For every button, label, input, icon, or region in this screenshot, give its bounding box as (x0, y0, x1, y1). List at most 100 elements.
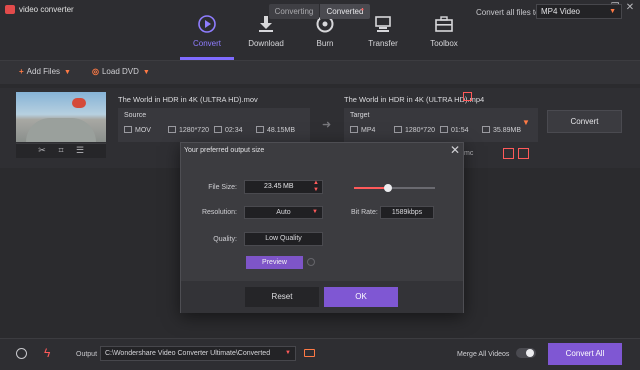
preview-button[interactable]: Preview (246, 256, 303, 269)
chevron-down-icon[interactable]: ▼ (64, 69, 71, 76)
quality-field[interactable]: Low Quality (244, 232, 323, 246)
close-icon[interactable]: ✕ (450, 143, 460, 157)
target-size: 35.89MB (482, 126, 521, 134)
edit-name-icon[interactable] (463, 92, 472, 101)
resolution-icon (168, 126, 176, 133)
source-heading: Source (124, 112, 147, 119)
toolbox-icon (435, 16, 453, 32)
file-icon (124, 126, 132, 133)
video-thumbnail[interactable] (16, 92, 106, 142)
app-title: video converter (19, 5, 74, 14)
target-resolution-value: 1280*720 (405, 127, 435, 134)
ok-button[interactable]: OK (324, 287, 398, 307)
notification-dot: • (361, 5, 364, 14)
source-duration: 02:34 (214, 126, 243, 134)
size-slider-thumb[interactable] (384, 184, 393, 192)
nav-convert[interactable]: Convert (177, 14, 237, 60)
clock-icon (214, 126, 222, 133)
file-icon (350, 126, 358, 133)
close-button[interactable]: ✕ (624, 2, 636, 14)
add-files-label: Add Files (26, 67, 61, 76)
source-info: Source MOV 1280*720 02:34 48.15MB (118, 108, 310, 142)
plus-icon: + (19, 67, 24, 76)
trim-icon[interactable]: ✂ (35, 145, 49, 156)
source-format: MOV (124, 126, 151, 134)
load-dvd-label: Load DVD (101, 67, 139, 76)
source-resolution-value: 1280*720 (179, 127, 209, 134)
source-size: 48.15MB (256, 126, 295, 134)
load-dvd-button[interactable]: ◎ Load DVD ▼ (92, 67, 150, 76)
dialog-footer (181, 281, 463, 313)
size-slider-fill (354, 187, 389, 189)
merge-toggle-knob[interactable] (526, 349, 534, 357)
dialog-title: Your preferred output size (184, 147, 265, 154)
target-heading: Target (350, 112, 370, 119)
thumbnail-rider (72, 98, 86, 108)
target-format: MP4 (350, 126, 375, 134)
nav-toolbox-label: Toolbox (430, 39, 458, 48)
add-files-button[interactable]: + Add Files ▼ (19, 67, 71, 76)
help-icon[interactable] (307, 258, 315, 266)
arrow-right-icon: ➜ (322, 119, 332, 131)
file-size-label: File Size: (208, 184, 237, 191)
transfer-icon (375, 16, 391, 32)
chevron-down-icon[interactable]: ▼ (522, 118, 530, 127)
chevron-down-icon: ▼ (285, 350, 291, 356)
clock-icon (440, 126, 448, 133)
nav-download[interactable]: Download (236, 14, 296, 60)
open-folder-icon[interactable] (304, 349, 315, 357)
output-label: Output (76, 351, 98, 358)
source-file-name: The World in HDR in 4K (ULTRA HD).mov (118, 95, 258, 104)
crop-icon[interactable]: ⌗ (54, 145, 68, 156)
alarm-clock-icon[interactable] (16, 348, 27, 359)
nav-burn[interactable]: Burn (295, 14, 355, 60)
target-duration: 01:54 (440, 126, 469, 134)
output-format-select[interactable]: MP4 Video ▼ (536, 4, 622, 19)
effects-icon[interactable]: ☰ (73, 145, 87, 156)
convert-all-button[interactable]: Convert All (548, 343, 622, 365)
info-icon[interactable] (518, 148, 529, 159)
nav-toolbox[interactable]: Toolbox (414, 14, 474, 60)
file-size-value[interactable]: 23.45 (264, 183, 282, 190)
merge-label: Merge All Videos (457, 351, 510, 358)
resolution-select[interactable]: Auto ▼ (244, 206, 323, 219)
resolution-label: Resolution: (201, 209, 237, 216)
reset-button[interactable]: Reset (245, 287, 319, 307)
app-logo-icon (5, 5, 15, 14)
lightning-icon[interactable]: ϟ (44, 346, 50, 360)
stepper-down-icon[interactable]: ▼ (313, 187, 319, 193)
play-circle-icon (198, 15, 216, 33)
output-path-select[interactable]: C:\Wondershare Video Converter Ultimate\… (100, 346, 296, 361)
nav-burn-label: Burn (316, 39, 334, 48)
source-size-value: 48.15MB (267, 127, 296, 134)
convert-button[interactable]: Convert (547, 110, 622, 133)
bitrate-label: Bit Rate: (351, 209, 378, 216)
nav-convert-label: Convert (192, 39, 221, 48)
target-duration-value: 01:54 (451, 127, 469, 134)
stepper-up-icon[interactable]: ▲ (313, 180, 319, 186)
target-size-value: 35.89MB (493, 127, 522, 134)
folder-icon (482, 126, 490, 133)
bitrate-field: 1589kbps (380, 206, 434, 219)
quality-label: Quality: (213, 236, 237, 243)
target-info[interactable]: Target MP4 1280*720 01:54 35.89MB (344, 108, 538, 142)
subtitle-icon[interactable] (503, 148, 514, 159)
source-duration-value: 02:34 (225, 127, 243, 134)
target-resolution: 1280*720 (394, 126, 435, 134)
file-size-unit: MB (283, 183, 294, 190)
output-path-value: C:\Wondershare Video Converter Ultimate\… (105, 350, 271, 357)
partial-text: mc (464, 150, 474, 157)
output-format-value: MP4 Video (541, 7, 580, 16)
tab-converting[interactable]: Converting (269, 4, 319, 19)
resolution-icon (394, 126, 402, 133)
dvd-icon: ◎ (92, 67, 99, 76)
resolution-value: Auto (276, 209, 291, 216)
target-format-value: MP4 (361, 127, 376, 134)
chevron-down-icon: ▼ (609, 8, 616, 15)
chevron-down-icon[interactable]: ▼ (143, 69, 150, 76)
folder-icon (256, 126, 264, 133)
nav-transfer[interactable]: Transfer (353, 14, 413, 60)
nav-transfer-label: Transfer (368, 39, 398, 48)
nav-download-label: Download (248, 39, 284, 48)
source-format-value: MOV (135, 127, 151, 134)
